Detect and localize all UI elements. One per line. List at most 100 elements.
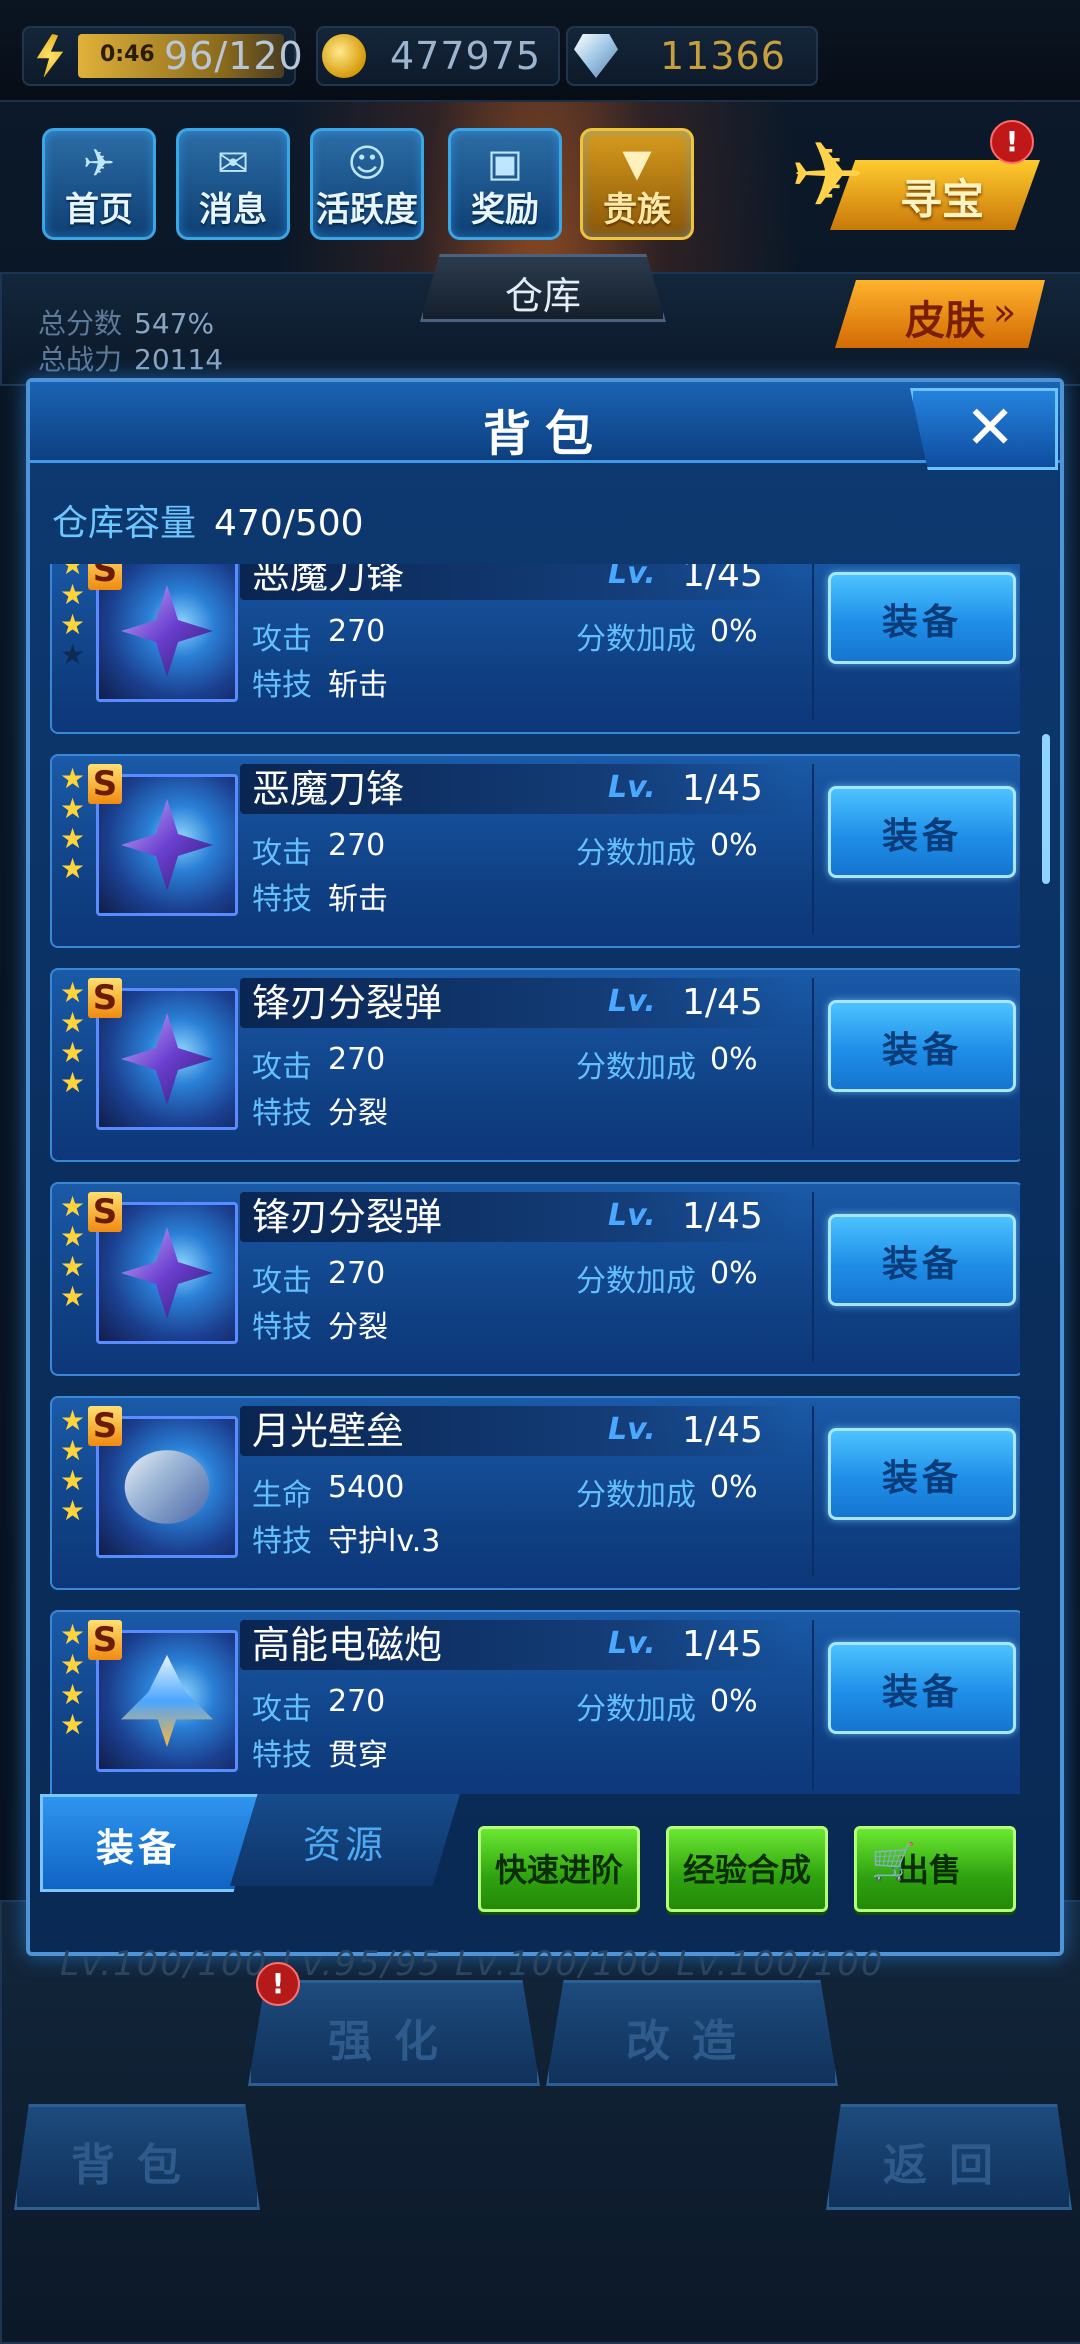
star-icon: ★ — [60, 762, 86, 795]
level-value: 1/45 — [682, 1410, 763, 1451]
nav-noble-button[interactable]: ▼ 贵族 — [580, 128, 694, 240]
capacity-label: 仓库容量 — [52, 503, 197, 544]
stat-value: 270 — [328, 1042, 386, 1077]
close-button[interactable]: ✕ — [910, 388, 1058, 470]
gold-resource[interactable]: 477975 — [316, 26, 560, 86]
item-row[interactable]: ★ ★ ★ ★ S 恶魔刀锋 Lv. 1/45 攻击 270 分数加成 0% 特技 斩… — [50, 564, 1020, 734]
skin-button[interactable]: 皮肤 » — [835, 280, 1045, 348]
skill-label: 特技 — [252, 882, 312, 917]
level-label: Lv. — [608, 770, 656, 805]
skill-label: 特技 — [252, 1310, 312, 1345]
tab-equipment-label: 装备 — [95, 1826, 180, 1870]
modify-label: 改造 — [626, 2016, 758, 2067]
star-icon: ★ — [60, 792, 86, 825]
item-row[interactable]: ★ ★ ★ ★ S 锋刃分裂弹 Lv. 1/45 攻击 270 分数加成 0% 特技 … — [50, 968, 1020, 1162]
nav-home-label: 首页 — [65, 190, 133, 230]
sell-button[interactable]: 出售 🛒 — [854, 1826, 1016, 1912]
stat-label: 攻击 — [252, 622, 312, 657]
modify-button[interactable]: 改造 — [546, 1980, 838, 2086]
star-icon: ★ — [60, 1494, 86, 1527]
item-name: 高能电磁炮 — [252, 1623, 443, 1667]
bonus-value: 0% — [710, 1256, 758, 1291]
star-rating: ★ ★ ★ ★ — [60, 978, 86, 1098]
home-icon: ✈ — [83, 141, 115, 185]
nav-rewards-button[interactable]: ▣ 奖励 — [448, 128, 562, 240]
divider — [812, 764, 814, 934]
bonus-label: 分数加成 — [576, 1478, 696, 1513]
tab-resources[interactable]: 资源 — [230, 1794, 460, 1886]
equip-button[interactable]: 装备 — [828, 1000, 1016, 1092]
stat-value: 5400 — [328, 1470, 405, 1505]
bonus-label: 分数加成 — [576, 622, 696, 657]
nav-home-button[interactable]: ✈ 首页 — [42, 128, 156, 240]
star-icon: ★ — [60, 1464, 86, 1497]
diamond-icon — [574, 34, 618, 78]
bonus-value: 0% — [710, 614, 758, 649]
level-value: 1/45 — [682, 564, 763, 595]
tab-warehouse[interactable]: 仓库 — [420, 254, 666, 322]
stat-value: 270 — [328, 828, 386, 863]
level-value: 1/45 — [682, 1624, 763, 1665]
item-row[interactable]: ★ ★ ★ ★ S 月光壁垒 Lv. 1/45 生命 5400 分数加成 0% 特技 … — [50, 1396, 1020, 1590]
stat-label: 攻击 — [252, 1264, 312, 1299]
item-art — [124, 1450, 210, 1524]
equip-button[interactable]: 装备 — [828, 1642, 1016, 1734]
equip-label: 装备 — [881, 816, 962, 857]
capacity-info: 仓库容量 470/500 — [52, 494, 364, 546]
divider — [812, 1620, 814, 1790]
skill-value: 斩击 — [328, 668, 388, 703]
nav-messages-button[interactable]: ✉ 消息 — [176, 128, 290, 240]
back-button[interactable]: 返回 — [826, 2104, 1072, 2210]
item-row[interactable]: ★ ★ ★ ★ S 高能电磁炮 Lv. 1/45 攻击 270 分数加成 0% 特技 … — [50, 1610, 1020, 1794]
modal-header: 背包 — [30, 382, 1060, 463]
stat-label: 攻击 — [252, 1692, 312, 1727]
nav-noble-label: 贵族 — [603, 190, 671, 230]
star-icon: ★ — [60, 1434, 86, 1467]
star-icon: ★ — [60, 608, 86, 641]
tab-resources-label: 资源 — [302, 1823, 387, 1867]
diamond-resource[interactable]: 11366 — [566, 26, 818, 86]
fighter-jet-icon: ✈ — [790, 123, 866, 228]
equip-button[interactable]: 装备 — [828, 786, 1016, 878]
treasure-hunt-button[interactable]: ✈ 寻宝 ! — [790, 120, 1040, 235]
total-score-label: 总分数 — [38, 307, 123, 340]
divider — [812, 564, 814, 720]
quick-advance-button[interactable]: 快速进阶 — [478, 1826, 640, 1912]
scrollbar[interactable] — [1042, 734, 1050, 884]
item-art — [121, 1013, 213, 1105]
back-label: 返回 — [883, 2140, 1015, 2191]
bonus-value: 0% — [710, 1684, 758, 1719]
star-icon: ★ — [60, 1618, 86, 1651]
item-name: 锋刃分裂弹 — [252, 981, 443, 1025]
bonus-value: 0% — [710, 1470, 758, 1505]
equip-label: 装备 — [881, 602, 962, 643]
backpack-label: 背包 — [71, 2140, 203, 2191]
star-icon: ★ — [60, 1708, 86, 1741]
nav-activity-label: 活跃度 — [316, 190, 418, 230]
stat-value: 270 — [328, 614, 386, 649]
rank-badge: S — [88, 978, 122, 1018]
nav-activity-button[interactable]: ☺ 活跃度 — [310, 128, 424, 240]
star-rating: ★ ★ ★ ★ — [60, 564, 86, 670]
equip-button[interactable]: 装备 — [828, 572, 1016, 664]
star-icon: ★ — [60, 976, 86, 1009]
equip-button[interactable]: 装备 — [828, 1214, 1016, 1306]
skill-label: 特技 — [252, 668, 312, 703]
equip-button[interactable]: 装备 — [828, 1428, 1016, 1520]
backpack-button[interactable]: 背包 — [14, 2104, 260, 2210]
exp-merge-button[interactable]: 经验合成 — [666, 1826, 828, 1912]
tab-equipment[interactable]: 装备 — [40, 1794, 260, 1892]
skill-label: 特技 — [252, 1096, 312, 1131]
energy-resource[interactable]: 0:46 96/120 — [22, 26, 303, 86]
level-label: Lv. — [608, 564, 656, 591]
star-icon: ★ — [60, 638, 86, 671]
total-power-value: 20114 — [134, 343, 224, 376]
skill-value: 贯穿 — [328, 1738, 388, 1773]
stat-value: 270 — [328, 1684, 386, 1719]
item-name: 恶魔刀锋 — [252, 767, 405, 811]
item-row[interactable]: ★ ★ ★ ★ S 恶魔刀锋 Lv. 1/45 攻击 270 分数加成 0% 特技 斩… — [50, 754, 1020, 948]
rank-badge: S — [88, 564, 122, 590]
stat-label: 攻击 — [252, 1050, 312, 1085]
item-list[interactable]: ★ ★ ★ ★ S 恶魔刀锋 Lv. 1/45 攻击 270 分数加成 0% 特技 斩… — [50, 564, 1020, 1794]
item-row[interactable]: ★ ★ ★ ★ S 锋刃分裂弹 Lv. 1/45 攻击 270 分数加成 0% 特技 … — [50, 1182, 1020, 1376]
